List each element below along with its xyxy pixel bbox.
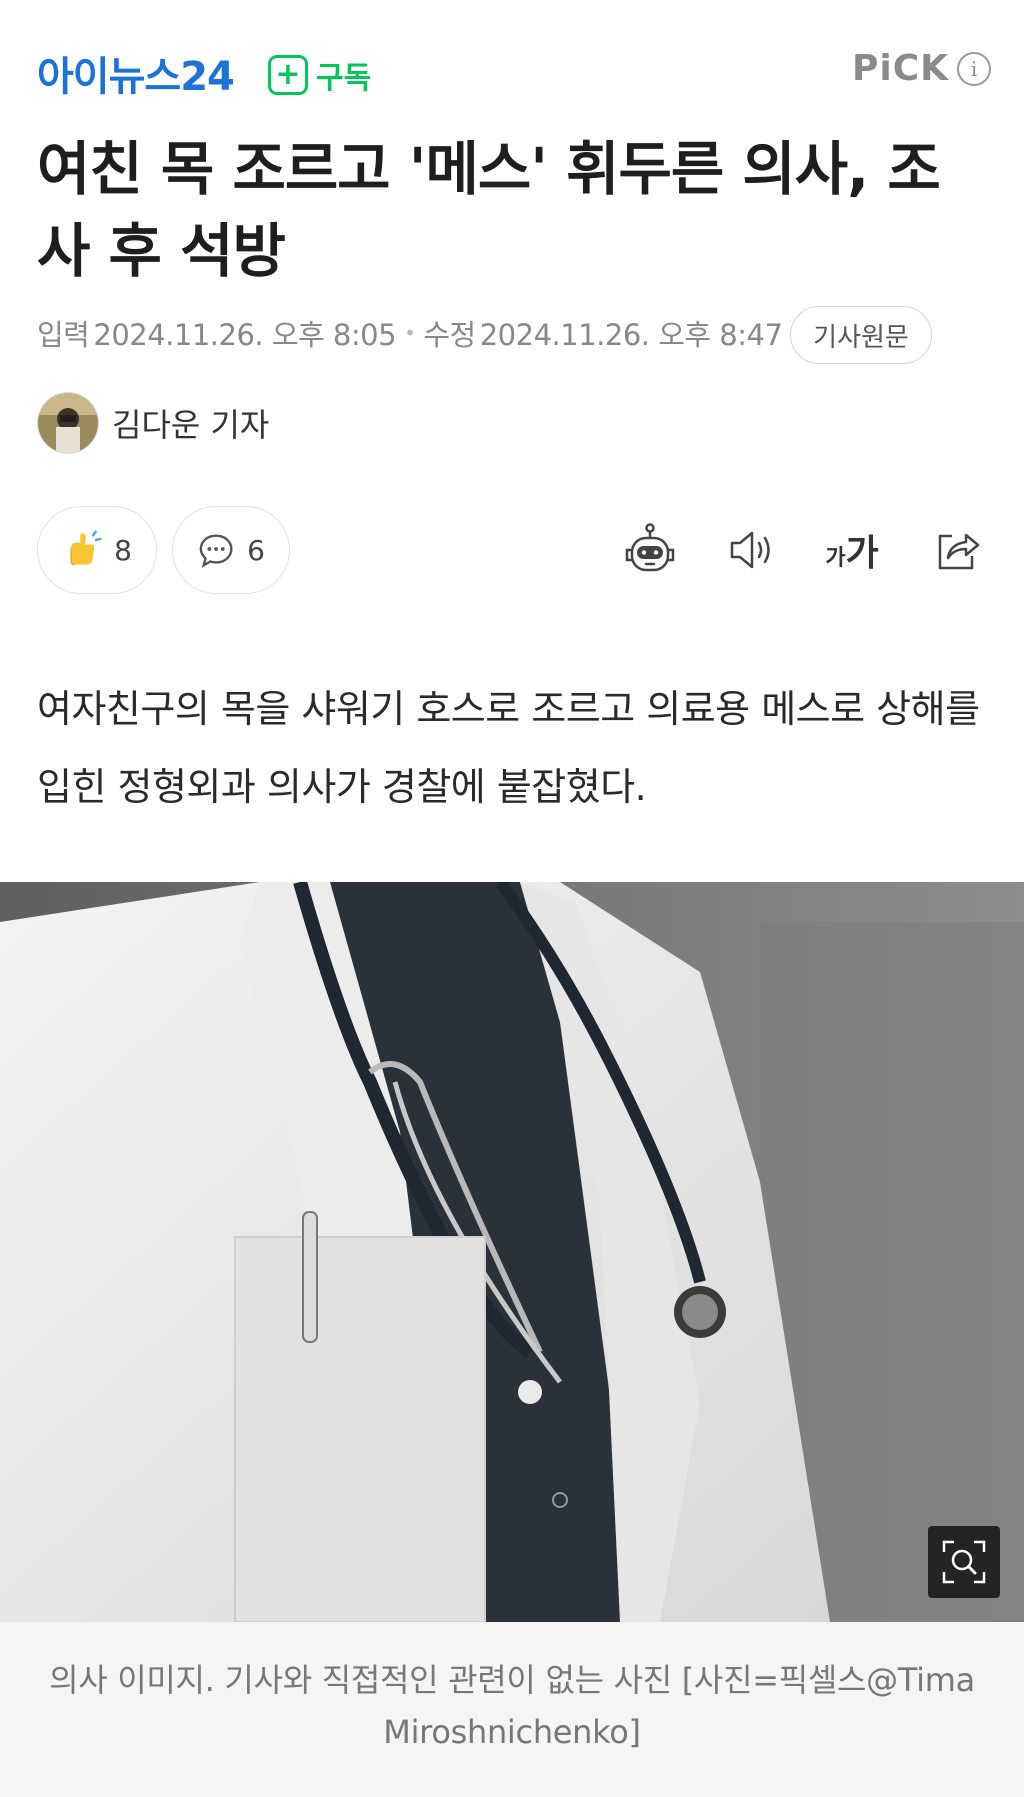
comment-icon: [199, 534, 233, 568]
article-title: 여친 목 조르고 '메스' 휘두른 의사, 조사 후 석방: [37, 135, 941, 285]
robot-icon: [625, 523, 675, 572]
summary-bot-button[interactable]: [620, 520, 680, 580]
like-count: 8: [114, 533, 132, 567]
zoom-button[interactable]: [928, 1526, 1000, 1598]
font-big-glyph: 가: [845, 533, 879, 574]
like-icon: [70, 530, 102, 566]
plus-icon: +: [268, 55, 308, 95]
press-logo[interactable]: 아이뉴스24: [37, 44, 235, 102]
edit-label: 수정: [423, 318, 476, 352]
share-button[interactable]: [928, 520, 988, 580]
info-icon[interactable]: i: [957, 51, 992, 86]
meta-separator: •: [404, 321, 416, 345]
photo-caption: 의사 이미지. 기사와 직접적인 관련이 없는 사진 [사진=픽셀스@Tima …: [49, 1661, 975, 1751]
font-size-button[interactable]: 가가: [822, 520, 882, 580]
comment-count: 6: [247, 533, 265, 567]
input-time: 2024.11.26. 오후 8:05: [93, 318, 397, 352]
font-small-glyph: 가: [825, 546, 846, 571]
subscribe-button[interactable]: + 구독: [268, 52, 371, 98]
comment-button[interactable]: 6: [172, 506, 290, 594]
font-size-icon: 가가: [825, 524, 878, 576]
input-label: 입력: [37, 318, 90, 352]
author-name[interactable]: 김다운 기자: [112, 400, 269, 446]
speaker-icon: [730, 531, 770, 569]
edit-time: 2024.11.26. 오후 8:47: [479, 318, 783, 352]
like-button[interactable]: 8: [37, 506, 157, 594]
subscribe-label: 구독: [316, 61, 372, 96]
article-lead: 여자친구의 목을 샤워기 호스로 조르고 의료용 메스로 상해를 입힌 정형외과…: [37, 687, 980, 809]
author-avatar[interactable]: [37, 392, 99, 454]
original-article-button[interactable]: 기사원문: [790, 306, 932, 364]
doctor-photo-image: [0, 882, 1024, 1622]
pick-label: PiCK: [852, 48, 950, 89]
share-icon: [938, 533, 980, 570]
zoom-icon: [942, 1540, 986, 1584]
pick-badge[interactable]: PiCK i: [852, 48, 992, 89]
article-photo[interactable]: [0, 882, 1024, 1622]
listen-button[interactable]: [722, 520, 782, 580]
article-meta: 입력 2024.11.26. 오후 8:05 • 수정 2024.11.26. …: [37, 312, 783, 354]
